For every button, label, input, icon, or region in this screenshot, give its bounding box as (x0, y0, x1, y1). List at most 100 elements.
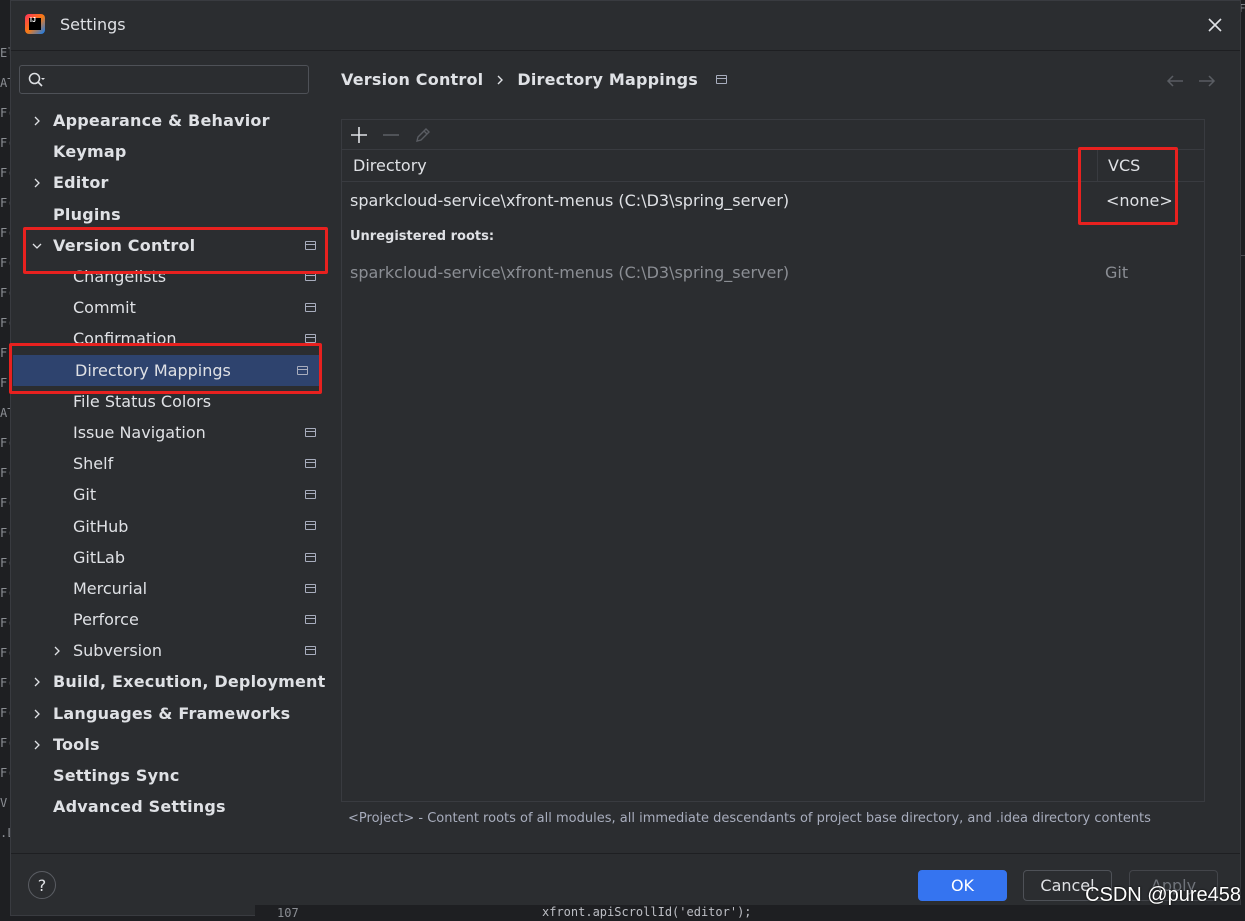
project-scope-icon (305, 334, 316, 344)
sidebar-item-mercurial[interactable]: Mercurial (11, 573, 331, 604)
column-header-vcs[interactable]: VCS (1108, 156, 1140, 175)
row-vcs: Git (1105, 263, 1129, 282)
edit-mapping-button[interactable] (414, 126, 432, 144)
sidebar-item-label: Appearance & Behavior (53, 111, 270, 131)
column-header-directory[interactable]: Directory (353, 156, 427, 175)
title-bar[interactable]: IJ Settings (11, 1, 1240, 51)
sidebar-item-build-execution-deployment[interactable]: Build, Execution, Deployment (11, 666, 331, 697)
ok-button[interactable]: OK (918, 870, 1007, 901)
background-ide-left: El AT F(F(F(F(F(F(F(F(F(F(AT F(F(F(F(F(F(F(… (0, 0, 14, 921)
plus-icon (351, 126, 367, 143)
project-scope-icon (305, 427, 316, 437)
project-scope-icon (305, 303, 316, 313)
sidebar-item-label: Editor (53, 173, 109, 193)
sidebar-item-advanced-settings[interactable]: Advanced Settings (11, 791, 331, 822)
unregistered-roots-label: Unregistered roots: (350, 229, 495, 244)
sidebar-item-subversion[interactable]: Subversion (11, 635, 331, 666)
project-scope-icon (305, 240, 316, 250)
table-header: Directory VCS (342, 149, 1204, 182)
sidebar-item-label: Confirmation (73, 329, 177, 349)
sidebar-item-label: Shelf (73, 454, 114, 474)
intellij-logo-icon: IJ (25, 14, 45, 34)
chevron-right-icon[interactable] (31, 115, 43, 127)
sidebar-item-version-control[interactable]: Version Control (11, 230, 331, 261)
project-scope-icon (297, 365, 308, 375)
sidebar-item-git[interactable]: Git (11, 479, 331, 510)
sidebar-item-github[interactable]: GitHub (11, 510, 331, 541)
project-scope-icon (305, 552, 316, 562)
settings-dialog: IJ Settings Appearance & Behavior Keymap E… (9, 0, 1241, 916)
chevron-right-icon[interactable] (31, 177, 43, 189)
project-scope-icon (305, 521, 316, 531)
sidebar-item-tools[interactable]: Tools (11, 729, 331, 760)
project-scope-icon (305, 615, 316, 624)
sidebar-item-languages-frameworks[interactable]: Languages & Frameworks (11, 698, 331, 729)
sidebar-item-keymap[interactable]: Keymap (11, 136, 331, 167)
table-toolbar (342, 120, 1204, 149)
sidebar-item-changelists[interactable]: Changelists (11, 261, 331, 292)
project-scope-icon (305, 490, 316, 500)
dialog-title: Settings (60, 15, 126, 34)
sidebar-item-label: Plugins (53, 204, 121, 224)
sidebar-item-directory-mappings[interactable]: Directory Mappings (13, 354, 321, 386)
column-divider[interactable] (1097, 150, 1098, 181)
chevron-right-icon[interactable] (31, 739, 43, 751)
sidebar-item-label: Tools (53, 734, 100, 754)
forward-arrow-icon[interactable] (1198, 74, 1216, 88)
back-arrow-icon[interactable] (1166, 74, 1184, 88)
project-scope-icon (305, 646, 316, 656)
breadcrumb-parent[interactable]: Version Control (341, 70, 483, 89)
add-mapping-button[interactable] (350, 126, 368, 144)
sidebar-item-shelf[interactable]: Shelf (11, 448, 331, 479)
sidebar-item-label: GitHub (73, 516, 129, 536)
chevron-right-icon[interactable] (31, 676, 43, 688)
sidebar-item-label: Version Control (53, 235, 196, 255)
search-input[interactable] (19, 65, 309, 94)
row-vcs[interactable]: <none> (1106, 191, 1173, 210)
chevron-right-icon[interactable] (31, 708, 43, 720)
sidebar-item-label: Changelists (73, 267, 167, 287)
breadcrumb: Version Control Directory Mappings (341, 70, 727, 89)
sidebar-item-settings-sync[interactable]: Settings Sync (11, 760, 331, 791)
sidebar-item-confirmation[interactable]: Confirmation (11, 323, 331, 354)
chevron-down-icon[interactable] (31, 240, 43, 252)
unregistered-row[interactable]: sparkcloud-service\xfront-menus (C:\D3\s… (342, 254, 1204, 291)
settings-sidebar: Appearance & Behavior Keymap Editor Plugins… (11, 52, 331, 852)
sidebar-item-label: Git (73, 485, 97, 505)
sidebar-item-editor[interactable]: Editor (11, 167, 331, 198)
close-icon (1208, 18, 1222, 32)
sidebar-item-label: GitLab (73, 547, 125, 567)
row-directory: sparkcloud-service\xfront-menus (C:\D3\s… (350, 263, 790, 282)
sidebar-item-label: Keymap (53, 142, 127, 162)
navigation-arrows (1166, 74, 1216, 88)
close-button[interactable] (1204, 14, 1226, 36)
sidebar-item-label: File Status Colors (73, 391, 212, 411)
sidebar-item-file-status-colors[interactable]: File Status Colors (11, 386, 331, 417)
pencil-icon (416, 127, 430, 142)
background-glyph: V (0, 796, 8, 810)
search-icon (28, 72, 45, 87)
sidebar-item-commit[interactable]: Commit (11, 292, 331, 323)
background-line-number: 107 (277, 906, 299, 920)
sidebar-item-label: Mercurial (73, 578, 148, 598)
remove-mapping-button[interactable] (382, 126, 400, 144)
sidebar-item-appearance-behavior[interactable]: Appearance & Behavior (11, 105, 331, 136)
sidebar-item-perforce[interactable]: Perforce (11, 604, 331, 635)
chevron-right-icon[interactable] (51, 645, 63, 657)
footnote: <Project> - Content roots of all modules… (348, 811, 1151, 826)
sidebar-item-label: Settings Sync (53, 766, 180, 786)
sidebar-item-plugins[interactable]: Plugins (11, 199, 331, 230)
background-editor-line: 107 xfront.apiScrollId('editor'); (255, 905, 1245, 921)
help-button[interactable]: ? (28, 871, 56, 899)
project-scope-icon (715, 75, 727, 84)
sidebar-item-gitlab[interactable]: GitLab (11, 542, 331, 573)
sidebar-item-label: Directory Mappings (75, 360, 231, 380)
chevron-right-icon (497, 75, 504, 84)
settings-tree: Appearance & Behavior Keymap Editor Plugins… (11, 105, 331, 822)
minus-icon (383, 133, 399, 136)
sidebar-item-issue-navigation[interactable]: Issue Navigation (11, 417, 331, 448)
breadcrumb-current: Directory Mappings (517, 70, 698, 89)
directory-mappings-table: Directory VCS sparkcloud-service\xfront-… (341, 119, 1205, 802)
watermark: CSDN @pure458 (1085, 884, 1241, 906)
table-row[interactable]: sparkcloud-service\xfront-menus (C:\D3\s… (342, 182, 1204, 219)
